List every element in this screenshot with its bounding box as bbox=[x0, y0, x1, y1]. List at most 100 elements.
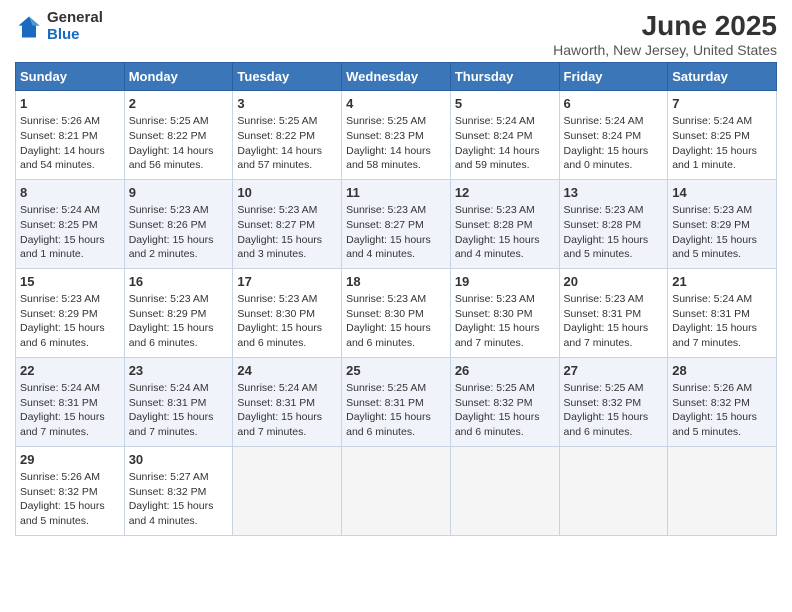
day-number: 21 bbox=[672, 273, 772, 291]
table-cell: 18Sunrise: 5:23 AMSunset: 8:30 PMDayligh… bbox=[342, 268, 451, 357]
sunset-text: Sunset: 8:32 PM bbox=[455, 397, 533, 409]
day-number: 19 bbox=[455, 273, 555, 291]
col-friday: Friday bbox=[559, 63, 668, 91]
sunset-text: Sunset: 8:31 PM bbox=[564, 308, 642, 320]
sunrise-text: Sunrise: 5:23 AM bbox=[20, 293, 100, 305]
day-number: 16 bbox=[129, 273, 229, 291]
sunset-text: Sunset: 8:27 PM bbox=[237, 219, 315, 231]
logo: General Blue bbox=[15, 10, 103, 43]
day-number: 5 bbox=[455, 95, 555, 113]
sunset-text: Sunset: 8:31 PM bbox=[237, 397, 315, 409]
day-number: 20 bbox=[564, 273, 664, 291]
daylight-label: Daylight: 15 hours and 5 minutes. bbox=[672, 234, 757, 261]
day-number: 28 bbox=[672, 362, 772, 380]
daylight-label: Daylight: 14 hours and 58 minutes. bbox=[346, 145, 431, 172]
daylight-label: Daylight: 14 hours and 56 minutes. bbox=[129, 145, 214, 172]
day-number: 10 bbox=[237, 184, 337, 202]
col-sunday: Sunday bbox=[16, 63, 125, 91]
calendar-table: Sunday Monday Tuesday Wednesday Thursday… bbox=[15, 62, 777, 536]
table-cell bbox=[342, 446, 451, 535]
table-cell: 26Sunrise: 5:25 AMSunset: 8:32 PMDayligh… bbox=[450, 357, 559, 446]
table-cell: 15 Sunrise: 5:23 AM Sunset: 8:29 PM Dayligh… bbox=[16, 268, 125, 357]
sunset-text: Sunset: 8:25 PM bbox=[20, 219, 98, 231]
day-number: 30 bbox=[129, 451, 229, 469]
day-number: 2 bbox=[129, 95, 229, 113]
daylight-label: Daylight: 14 hours and 57 minutes. bbox=[237, 145, 322, 172]
day-number: 15 bbox=[20, 273, 120, 291]
daylight-label: Daylight: 15 hours and 5 minutes. bbox=[672, 411, 757, 438]
table-cell: 30Sunrise: 5:27 AMSunset: 8:32 PMDayligh… bbox=[124, 446, 233, 535]
day-number: 17 bbox=[237, 273, 337, 291]
day-number: 25 bbox=[346, 362, 446, 380]
daylight-label: Daylight: 15 hours and 5 minutes. bbox=[20, 500, 105, 527]
table-cell: 10Sunrise: 5:23 AMSunset: 8:27 PMDayligh… bbox=[233, 179, 342, 268]
table-cell: 12Sunrise: 5:23 AMSunset: 8:28 PMDayligh… bbox=[450, 179, 559, 268]
daylight-label: Daylight: 15 hours and 1 minute. bbox=[672, 145, 757, 172]
day-number: 26 bbox=[455, 362, 555, 380]
col-wednesday: Wednesday bbox=[342, 63, 451, 91]
sunrise-text: Sunrise: 5:23 AM bbox=[564, 293, 644, 305]
daylight-label: Daylight: 15 hours and 7 minutes. bbox=[455, 322, 540, 349]
table-cell: 5Sunrise: 5:24 AMSunset: 8:24 PMDaylight… bbox=[450, 91, 559, 180]
table-cell: 28Sunrise: 5:26 AMSunset: 8:32 PMDayligh… bbox=[668, 357, 777, 446]
day-number: 29 bbox=[20, 451, 120, 469]
daylight-label: Daylight: 14 hours and 59 minutes. bbox=[455, 145, 540, 172]
daylight-label: Daylight: 15 hours and 4 minutes. bbox=[455, 234, 540, 261]
daylight-label: Daylight: 15 hours and 6 minutes. bbox=[346, 322, 431, 349]
daylight-label: Daylight: 15 hours and 6 minutes. bbox=[455, 411, 540, 438]
sunset-text: Sunset: 8:32 PM bbox=[672, 397, 750, 409]
day-number: 7 bbox=[672, 95, 772, 113]
header-row: Sunday Monday Tuesday Wednesday Thursday… bbox=[16, 63, 777, 91]
table-cell: 6Sunrise: 5:24 AMSunset: 8:24 PMDaylight… bbox=[559, 91, 668, 180]
daylight-label: Daylight: 15 hours and 7 minutes. bbox=[20, 411, 105, 438]
table-cell: 3Sunrise: 5:25 AMSunset: 8:22 PMDaylight… bbox=[233, 91, 342, 180]
sunset-text: Sunset: 8:32 PM bbox=[564, 397, 642, 409]
sunset-text: Sunset: 8:28 PM bbox=[564, 219, 642, 231]
sunrise-text: Sunrise: 5:23 AM bbox=[237, 204, 317, 216]
calendar-title: June 2025 bbox=[553, 10, 777, 42]
daylight-label: Daylight: 15 hours and 6 minutes. bbox=[564, 411, 649, 438]
sunset-text: Sunset: 8:32 PM bbox=[20, 486, 98, 498]
sunrise-text: Sunrise: 5:26 AM bbox=[20, 115, 100, 127]
sunset-text: Sunset: 8:31 PM bbox=[129, 397, 207, 409]
sunset-text: Sunset: 8:23 PM bbox=[346, 130, 424, 142]
table-cell: 19 Sunrise: 5:23 AM Sunset: 8:30 PM Dayligh… bbox=[450, 268, 559, 357]
sunset-text: Sunset: 8:32 PM bbox=[129, 486, 207, 498]
sunset-text: Sunset: 8:21 PM bbox=[20, 130, 98, 142]
sunrise-text: Sunrise: 5:23 AM bbox=[129, 204, 209, 216]
sunrise-text: Sunrise: 5:23 AM bbox=[564, 204, 644, 216]
sunset-text: Sunset: 8:31 PM bbox=[672, 308, 750, 320]
sunset-text: Sunset: 8:30 PM bbox=[455, 308, 533, 320]
table-cell: 1Sunrise: 5:26 AMSunset: 8:21 PMDaylight… bbox=[16, 91, 125, 180]
sunset-text: Sunset: 8:25 PM bbox=[672, 130, 750, 142]
daylight-label: Daylight: 15 hours and 0 minutes. bbox=[564, 145, 649, 172]
day-number: 3 bbox=[237, 95, 337, 113]
daylight-label: Daylight: 15 hours and 6 minutes. bbox=[237, 322, 322, 349]
table-cell: 22Sunrise: 5:24 AMSunset: 8:31 PMDayligh… bbox=[16, 357, 125, 446]
table-cell: 24Sunrise: 5:24 AMSunset: 8:31 PMDayligh… bbox=[233, 357, 342, 446]
table-cell: 23Sunrise: 5:24 AMSunset: 8:31 PMDayligh… bbox=[124, 357, 233, 446]
logo-general-text: General bbox=[47, 10, 103, 27]
sunset-text: Sunset: 8:30 PM bbox=[237, 308, 315, 320]
logo-blue-text: Blue bbox=[47, 27, 103, 44]
sunrise-text: Sunrise: 5:25 AM bbox=[564, 382, 644, 394]
day-number: 11 bbox=[346, 184, 446, 202]
table-cell: 16Sunrise: 5:23 AMSunset: 8:29 PMDayligh… bbox=[124, 268, 233, 357]
day-number: 22 bbox=[20, 362, 120, 380]
sunset-text: Sunset: 8:27 PM bbox=[346, 219, 424, 231]
daylight-label: Daylight: 15 hours and 7 minutes. bbox=[672, 322, 757, 349]
day-number: 12 bbox=[455, 184, 555, 202]
daylight-label: Daylight: 15 hours and 7 minutes. bbox=[129, 411, 214, 438]
day-number: 24 bbox=[237, 362, 337, 380]
col-saturday: Saturday bbox=[668, 63, 777, 91]
sunrise-text: Sunrise: 5:27 AM bbox=[129, 471, 209, 483]
sunrise-text: Sunrise: 5:24 AM bbox=[564, 115, 644, 127]
day-number: 13 bbox=[564, 184, 664, 202]
table-cell: 4Sunrise: 5:25 AMSunset: 8:23 PMDaylight… bbox=[342, 91, 451, 180]
day-number: 18 bbox=[346, 273, 446, 291]
sunrise-text: Sunrise: 5:23 AM bbox=[455, 293, 535, 305]
table-cell: 13Sunrise: 5:23 AMSunset: 8:28 PMDayligh… bbox=[559, 179, 668, 268]
sunset-text: Sunset: 8:29 PM bbox=[20, 308, 98, 320]
daylight-label: Daylight: 15 hours and 6 minutes. bbox=[20, 322, 105, 349]
daylight-label: Daylight: 14 hours and 54 minutes. bbox=[20, 145, 105, 172]
